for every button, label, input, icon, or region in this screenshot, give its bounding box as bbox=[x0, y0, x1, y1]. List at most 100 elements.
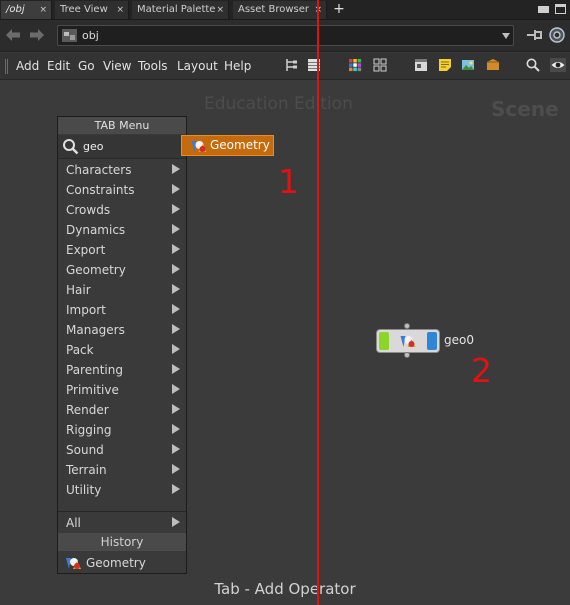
drag-handle-icon[interactable] bbox=[4, 59, 9, 74]
shape-palette-icon[interactable] bbox=[373, 58, 387, 72]
back-arrow-icon[interactable] bbox=[6, 29, 20, 41]
maximize-pane-icon[interactable] bbox=[555, 4, 566, 14]
geometry-node-icon bbox=[66, 558, 81, 569]
menu-item-label: Export bbox=[66, 243, 106, 257]
node-output-connector[interactable] bbox=[404, 352, 410, 358]
menu-view[interactable]: View bbox=[103, 59, 131, 73]
menu-item-constraints[interactable]: Constraints bbox=[58, 180, 186, 200]
tab-menu: TAB Menu geo Characters Constraints Crow… bbox=[57, 116, 187, 574]
tab-menu-search[interactable]: geo bbox=[58, 135, 186, 159]
submenu-arrow-icon bbox=[172, 364, 180, 374]
menu-item-rigging[interactable]: Rigging bbox=[58, 420, 186, 440]
submenu-arrow-icon bbox=[172, 384, 180, 394]
menu-item-label: Managers bbox=[66, 323, 125, 337]
asset-box-icon[interactable] bbox=[486, 58, 500, 72]
annotation-marker-2: 2 bbox=[471, 351, 492, 390]
network-menu-bar: Add Edit Go View Tools Layout Help bbox=[0, 53, 570, 80]
color-palette-icon[interactable] bbox=[348, 58, 362, 72]
search-result-geometry[interactable]: Geometry bbox=[181, 135, 274, 156]
annotation-marker-1: 1 bbox=[278, 162, 299, 201]
menu-item-utility[interactable]: Utility bbox=[58, 480, 186, 500]
menu-item-label: All bbox=[66, 516, 81, 530]
tab-label: Asset Browser bbox=[238, 4, 310, 15]
menu-item-parenting[interactable]: Parenting bbox=[58, 360, 186, 380]
search-input[interactable]: geo bbox=[83, 140, 103, 153]
menu-item-sound[interactable]: Sound bbox=[58, 440, 186, 460]
annotation-divider-line bbox=[317, 0, 319, 605]
menu-item-import[interactable]: Import bbox=[58, 300, 186, 320]
history-item-geometry[interactable]: Geometry bbox=[58, 553, 186, 573]
node-render-flag[interactable] bbox=[427, 332, 437, 350]
menu-item-label: Rigging bbox=[66, 423, 112, 437]
menu-item-label: Hair bbox=[66, 283, 91, 297]
forward-arrow-icon[interactable] bbox=[30, 29, 44, 41]
menu-tools[interactable]: Tools bbox=[138, 59, 168, 73]
menu-item-geometry[interactable]: Geometry bbox=[58, 260, 186, 280]
submenu-arrow-icon bbox=[172, 464, 180, 474]
path-dropdown-icon[interactable] bbox=[502, 33, 510, 39]
tab-close-icon[interactable]: × bbox=[116, 1, 124, 19]
menu-help[interactable]: Help bbox=[224, 59, 251, 73]
menu-item-terrain[interactable]: Terrain bbox=[58, 460, 186, 480]
menu-item-label: Dynamics bbox=[66, 223, 126, 237]
menu-item-characters[interactable]: Characters bbox=[58, 160, 186, 180]
menu-item-render[interactable]: Render bbox=[58, 400, 186, 420]
menu-item-dynamics[interactable]: Dynamics bbox=[58, 220, 186, 240]
menu-item-export[interactable]: Export bbox=[58, 240, 186, 260]
tab-close-icon[interactable]: × bbox=[216, 1, 224, 19]
submenu-arrow-icon bbox=[172, 204, 180, 214]
submenu-arrow-icon bbox=[172, 517, 180, 527]
menu-edit[interactable]: Edit bbox=[47, 59, 70, 73]
minimize-pane-icon[interactable] bbox=[538, 4, 549, 14]
tab-material-palette[interactable]: Material Palette × bbox=[132, 1, 229, 19]
menu-item-label: Characters bbox=[66, 163, 132, 177]
history-section-title: History bbox=[58, 533, 186, 551]
link-toggle-icon[interactable] bbox=[549, 27, 565, 43]
menu-item-label: Terrain bbox=[66, 463, 107, 477]
menu-item-crowds[interactable]: Crowds bbox=[58, 200, 186, 220]
menu-item-pack[interactable]: Pack bbox=[58, 340, 186, 360]
geo-node[interactable] bbox=[376, 329, 440, 353]
status-hint: Tab - Add Operator bbox=[214, 580, 356, 598]
tab-label: /obj bbox=[6, 4, 25, 15]
background-image-icon[interactable] bbox=[461, 58, 475, 72]
menu-item-label: Import bbox=[66, 303, 106, 317]
tree-layout-icon[interactable] bbox=[284, 58, 298, 72]
tab-asset-browser[interactable]: Asset Browser × bbox=[233, 1, 327, 19]
menu-item-primitive[interactable]: Primitive bbox=[58, 380, 186, 400]
context-label: Scene bbox=[491, 97, 559, 121]
menu-go[interactable]: Go bbox=[78, 59, 95, 73]
menu-add[interactable]: Add bbox=[16, 59, 39, 73]
tab-label: Tree View bbox=[60, 4, 108, 15]
submenu-arrow-icon bbox=[172, 164, 180, 174]
menu-separator bbox=[58, 511, 186, 512]
pin-icon[interactable] bbox=[527, 28, 542, 42]
add-tab-button[interactable]: + bbox=[331, 0, 347, 20]
geometry-node-icon bbox=[191, 141, 207, 152]
menu-item-label: Sound bbox=[66, 443, 104, 457]
submenu-arrow-icon bbox=[172, 404, 180, 414]
tab-obj[interactable]: /obj × bbox=[1, 1, 52, 19]
search-icon bbox=[63, 139, 79, 155]
submenu-arrow-icon bbox=[172, 444, 180, 454]
sticky-note-icon[interactable] bbox=[438, 58, 452, 72]
network-box-icon[interactable] bbox=[414, 58, 428, 72]
tab-tree-view[interactable]: Tree View × bbox=[55, 1, 129, 19]
tab-close-icon[interactable]: × bbox=[39, 1, 47, 19]
node-display-flag[interactable] bbox=[379, 332, 389, 350]
menu-layout[interactable]: Layout bbox=[177, 59, 218, 73]
network-path-field[interactable]: obj bbox=[57, 25, 514, 46]
menu-item-label: Utility bbox=[66, 483, 102, 497]
submenu-arrow-icon bbox=[172, 344, 180, 354]
history-item-label: Geometry bbox=[86, 556, 146, 570]
eye-visibility-icon[interactable] bbox=[550, 58, 566, 72]
menu-item-hair[interactable]: Hair bbox=[58, 280, 186, 300]
menu-item-all[interactable]: All bbox=[58, 513, 186, 533]
menu-item-label: Parenting bbox=[66, 363, 123, 377]
menu-item-managers[interactable]: Managers bbox=[58, 320, 186, 340]
geometry-node-icon bbox=[400, 336, 416, 347]
search-result-label: Geometry bbox=[210, 138, 270, 152]
tab-label: Material Palette bbox=[137, 4, 216, 15]
search-icon[interactable] bbox=[526, 58, 540, 72]
submenu-arrow-icon bbox=[172, 324, 180, 334]
